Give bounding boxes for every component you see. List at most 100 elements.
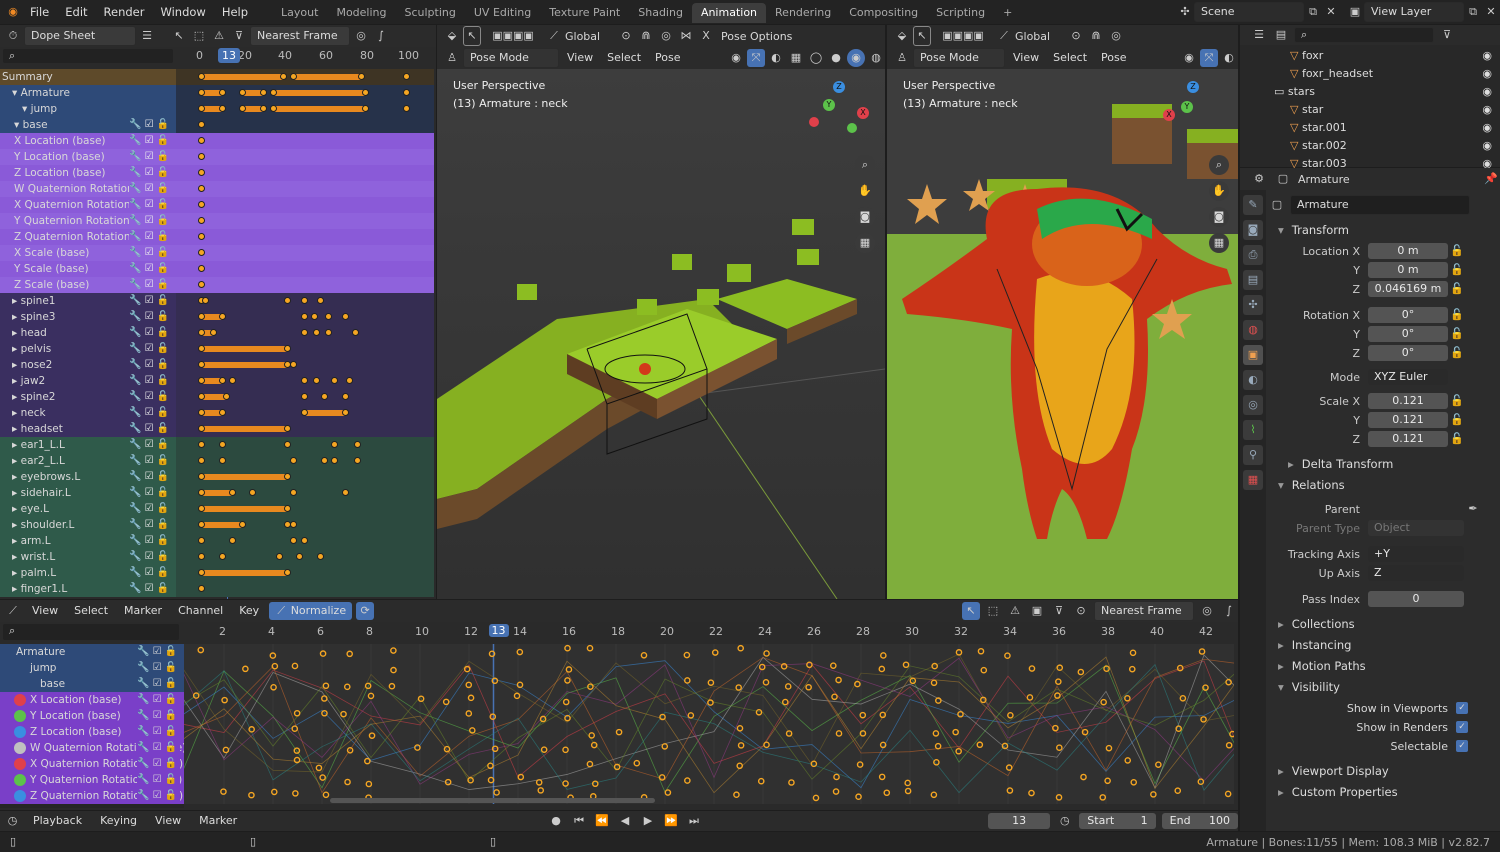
pin-icon[interactable]: 📌	[1482, 170, 1500, 188]
dopesheet-channel[interactable]: ▸ ear1_L.L 🔧☑🔓	[0, 437, 176, 453]
mode-select-right[interactable]: Pose Mode	[913, 48, 1005, 68]
keyframe-dot[interactable]	[218, 409, 226, 416]
view-layer-icon[interactable]: ▣	[1346, 3, 1364, 21]
keyframe-dot[interactable]	[269, 105, 277, 112]
keyframe-dot[interactable]	[198, 553, 205, 560]
keyframe-dot[interactable]	[198, 249, 205, 256]
expand-arrow-icon[interactable]: ▸	[12, 343, 21, 355]
dopesheet-channel[interactable]: Y Location (base) 🔧☑🔓	[0, 149, 176, 165]
location-y-field[interactable]: 0 m	[1368, 262, 1448, 278]
gizmo-icon-right[interactable]: ⤧	[1200, 49, 1218, 67]
outliner-item[interactable]: ▽ star.002 ◉	[1240, 137, 1500, 155]
object-tab-icon[interactable]: ▣	[1243, 345, 1263, 365]
keyframe-dot[interactable]	[198, 121, 205, 128]
keyframe-dot[interactable]	[316, 553, 324, 560]
graph-channel[interactable]: Armature 🔧☑🔓	[0, 644, 184, 660]
graph-channel-toggles-icon[interactable]: 🔧☑🔓	[137, 676, 180, 692]
keyframe-dot[interactable]	[198, 73, 205, 80]
lock-scale-y-icon[interactable]: 🔓	[1448, 411, 1466, 429]
show-in-renders-checkbox[interactable]: ✓	[1456, 721, 1468, 733]
keyframe-dot[interactable]	[341, 489, 349, 496]
graph-channel-toggles-icon[interactable]: 🔧☑🔓	[137, 788, 180, 804]
key-hold-bar[interactable]	[202, 506, 289, 512]
graph-select-icon[interactable]: ↖	[962, 602, 980, 620]
expand-arrow-icon[interactable]: ▸	[12, 359, 21, 371]
pass-index-field[interactable]: 0	[1368, 591, 1464, 607]
channel-toggles-icon[interactable]: 🔧☑🔓	[129, 581, 172, 597]
tab-sculpting[interactable]: Sculpting	[396, 3, 465, 23]
viewport-display-panel[interactable]: Viewport Display	[1268, 761, 1498, 782]
channel-toggles-icon[interactable]: 🔧☑🔓	[129, 517, 172, 533]
jump-start-icon[interactable]: ⏮	[571, 812, 588, 830]
keyframe-dot[interactable]	[198, 569, 205, 576]
output-tab-icon[interactable]: ⎙	[1243, 245, 1263, 265]
channel-toggles-icon[interactable]: 🔧☑🔓	[129, 133, 172, 149]
expand-arrow-icon[interactable]: ▸	[12, 503, 21, 515]
graph-menu-marker[interactable]: Marker	[118, 602, 168, 620]
snap-icon-right[interactable]: ⋒	[1087, 27, 1105, 45]
dopesheet-channel[interactable]: ▸ sidehair.L 🔧☑🔓	[0, 485, 176, 501]
keyframe-dot[interactable]	[284, 441, 292, 448]
graph-menu-channel[interactable]: Channel	[172, 602, 229, 620]
start-frame-field[interactable]: Start 1	[1079, 813, 1156, 829]
graph-channel-toggles-icon[interactable]: 🔧☑🔓	[137, 756, 180, 772]
keyframe-dot[interactable]	[198, 393, 205, 400]
graph-channel-toggles-icon[interactable]: 🔧☑🔓	[137, 644, 180, 660]
lock-location-y-icon[interactable]: 🔓	[1448, 261, 1466, 279]
viewport-right[interactable]: ⬙ ↖ ▣▣▣▣ ⟋ Global ⊙ ⋒ ◎ ♙ Pose Mode View…	[887, 25, 1238, 599]
rotation-y-field[interactable]: 0°	[1368, 326, 1448, 342]
preview-range-icon[interactable]: ◷	[1056, 812, 1073, 830]
xray-icon[interactable]: ▦	[787, 49, 805, 67]
keyframe-dot[interactable]	[198, 537, 205, 544]
keyframe-dot[interactable]	[284, 569, 292, 576]
keyframe-dot[interactable]	[341, 393, 349, 400]
outliner-editor-icon[interactable]: ☰	[1250, 26, 1268, 44]
keyframe-dot[interactable]	[310, 313, 318, 320]
channel-toggles-icon[interactable]: 🔧☑🔓	[129, 501, 172, 517]
keyframe-dot[interactable]	[300, 537, 308, 544]
keyframe-dot[interactable]	[284, 345, 292, 352]
keyframe-dot[interactable]	[198, 185, 205, 192]
falloff-icon[interactable]: ∫	[372, 27, 390, 45]
rendered-icon[interactable]: ◍	[867, 49, 885, 67]
tab-modeling[interactable]: Modeling	[327, 3, 395, 23]
world-tab-icon[interactable]: ◍	[1243, 320, 1263, 340]
visibility-eye-icon[interactable]: ◉	[1482, 83, 1492, 101]
graph-menu-select[interactable]: Select	[68, 602, 114, 620]
channel-toggles-icon[interactable]: 🔧☑🔓	[129, 421, 172, 437]
graph-menu-view[interactable]: View	[26, 602, 64, 620]
graph-channel[interactable]: Z Location (base) 🔧☑🔓	[0, 724, 184, 740]
menu-file[interactable]: File	[22, 0, 57, 24]
keyframe-dot[interactable]	[198, 313, 205, 320]
keyframe-dot[interactable]	[198, 233, 205, 240]
keyframe-dot[interactable]	[351, 329, 359, 336]
expand-arrow-icon[interactable]: ▸	[12, 551, 21, 563]
graph-filter-icon[interactable]: ⊽	[1050, 602, 1068, 620]
keyframe-dot[interactable]	[198, 441, 205, 448]
keyframe-dot[interactable]	[198, 473, 205, 480]
channel-toggles-icon[interactable]: 🔧☑🔓	[129, 469, 172, 485]
keyframe-dot[interactable]	[259, 105, 267, 112]
keyframe-dot[interactable]	[300, 393, 308, 400]
rotation-z-field[interactable]: 0°	[1368, 345, 1448, 361]
tab-layout[interactable]: Layout	[272, 3, 327, 23]
graph-pivot-icon[interactable]: ⊙	[1072, 602, 1090, 620]
keyframe-dot[interactable]	[290, 489, 298, 496]
visibility-eye-icon[interactable]: ◉	[1482, 47, 1492, 65]
graph-view-icon[interactable]: ▣	[1028, 602, 1046, 620]
data-tab-icon[interactable]: ▦	[1243, 470, 1263, 490]
expand-arrow-icon[interactable]: ▸	[12, 487, 21, 499]
tab-texture-paint[interactable]: Texture Paint	[540, 3, 629, 23]
lock-rotation-z-icon[interactable]: 🔓	[1448, 344, 1466, 362]
dopesheet-channel[interactable]: ▸ wrist.L 🔧☑🔓	[0, 549, 176, 565]
keyframe-dot[interactable]	[403, 105, 410, 112]
eyedropper-icon[interactable]: ✒	[1464, 500, 1482, 518]
channel-search-input[interactable]: ⌕	[2, 48, 174, 64]
dopesheet-channel[interactable]: Y Quaternion Rotation (base) 🔧☑🔓	[0, 213, 176, 229]
channel-toggles-icon[interactable]: 🔧☑🔓	[129, 437, 172, 453]
snap-mode-select[interactable]: Nearest Frame	[250, 26, 350, 46]
dopesheet-channel[interactable]: ▸ neck 🔧☑🔓	[0, 405, 176, 421]
navigation-gizmo[interactable]: Z Y X	[805, 77, 875, 147]
new-view-layer-icon[interactable]: ⧉	[1464, 3, 1482, 21]
scale-y-field[interactable]: 0.121	[1368, 412, 1448, 428]
